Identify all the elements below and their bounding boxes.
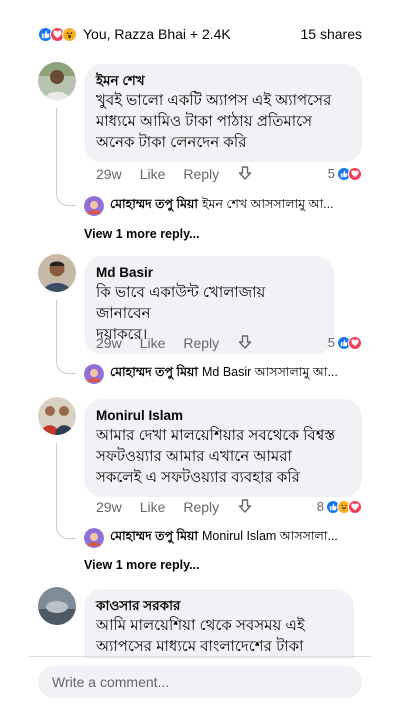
comment-reaction-count[interactable]: 5	[328, 166, 362, 181]
reply-button[interactable]: Reply	[183, 499, 219, 515]
wow-icon	[62, 26, 77, 42]
avatar[interactable]	[38, 254, 76, 292]
comment-input-placeholder: Write a comment...	[52, 674, 170, 690]
reactions-summary-bar: You, Razza Bhai + 2.4K 15 shares	[0, 22, 400, 46]
reply-text: ইমন শেখ আসসালামু আ...	[202, 197, 334, 211]
reply-author[interactable]: মোহাম্মদ তপু মিয়া	[110, 196, 198, 216]
love-icon	[348, 166, 362, 181]
comment-bubble[interactable]: Monirul Islam আমার দেখা মালয়েশিয়ার সবথ…	[84, 399, 362, 497]
view-more-replies-link[interactable]: View 1 more reply...	[84, 227, 200, 241]
comment-author[interactable]: ইমন শেখ	[96, 72, 350, 90]
comment-author[interactable]: Monirul Islam	[96, 407, 350, 425]
love-icon	[348, 499, 362, 514]
reply-preview[interactable]: মোহাম্মদ তপু মিয়া Md Basir আসসালামু আ..…	[84, 364, 374, 384]
comment-input[interactable]: Write a comment...	[38, 666, 362, 698]
reply-preview[interactable]: মোহাম্মদ তপু মিয়া Monirul Islam আসসালা.…	[84, 528, 374, 548]
comment-reaction-count[interactable]: 5	[328, 335, 362, 350]
downvote-arrow-icon[interactable]	[237, 165, 253, 184]
comment-time[interactable]: 29w	[96, 335, 122, 351]
comment-bubble[interactable]: ইমন শেখ খুবই ভালো একটি অ্যাপস এই অ্যাপসে…	[84, 64, 362, 162]
downvote-arrow-icon[interactable]	[237, 498, 253, 517]
reply-author[interactable]: মোহাম্মদ তপু মিয়া	[110, 364, 198, 384]
like-button[interactable]: Like	[140, 166, 166, 182]
avatar	[84, 528, 104, 548]
reply-thread-line	[56, 108, 76, 206]
downvote-arrow-icon[interactable]	[237, 334, 253, 353]
view-more-replies-link[interactable]: View 1 more reply...	[84, 558, 200, 572]
divider	[28, 656, 372, 657]
reply-preview[interactable]: মোহাম্মদ তপু মিয়া ইমন শেখ আসসালামু আ...	[84, 196, 374, 216]
like-button[interactable]: Like	[140, 499, 166, 515]
reply-text: Monirul Islam আসসালা...	[202, 529, 338, 543]
avatar[interactable]	[38, 62, 76, 100]
comment-time[interactable]: 29w	[96, 166, 122, 182]
shares-count[interactable]: 15 shares	[301, 26, 362, 42]
comment-reaction-count[interactable]: 8	[317, 499, 362, 514]
comment-author[interactable]: Md Basir	[96, 264, 322, 282]
comment-text: খুবই ভালো একটি অ্যাপস এই অ্যাপসের মাধ্যম…	[96, 92, 332, 151]
reply-button[interactable]: Reply	[183, 166, 219, 182]
avatar[interactable]	[38, 587, 76, 625]
reply-author[interactable]: মোহাম্মদ তপু মিয়া	[110, 528, 198, 548]
avatar[interactable]	[38, 397, 76, 435]
love-icon	[348, 335, 362, 350]
reaction-icons[interactable]	[38, 26, 77, 42]
reply-thread-line	[56, 300, 76, 374]
reply-button[interactable]: Reply	[183, 335, 219, 351]
comment-actions: 29w Like Reply	[96, 333, 271, 353]
comment-text: আমার দেখা মালয়েশিয়ার সবথেকে বিশ্বস্ত স…	[96, 427, 336, 486]
comment-actions: 29w Like Reply	[96, 497, 271, 517]
reacted-by-text[interactable]: You, Razza Bhai + 2.4K	[83, 26, 301, 42]
comment-bubble[interactable]: কাওসার সরকার আমি মালয়েশিয়া থেকে সবসময়…	[84, 589, 354, 659]
comment-author[interactable]: কাওসার সরকার	[96, 597, 342, 615]
comment-text: আমি মালয়েশিয়া থেকে সবসময় এই অ্যাপসের …	[96, 617, 305, 655]
reply-thread-line	[56, 443, 76, 539]
avatar	[84, 196, 104, 216]
avatar	[84, 364, 104, 384]
comment-actions: 29w Like Reply	[96, 164, 271, 184]
like-button[interactable]: Like	[140, 335, 166, 351]
comment-time[interactable]: 29w	[96, 499, 122, 515]
reply-text: Md Basir আসসালামু আ...	[202, 365, 338, 379]
